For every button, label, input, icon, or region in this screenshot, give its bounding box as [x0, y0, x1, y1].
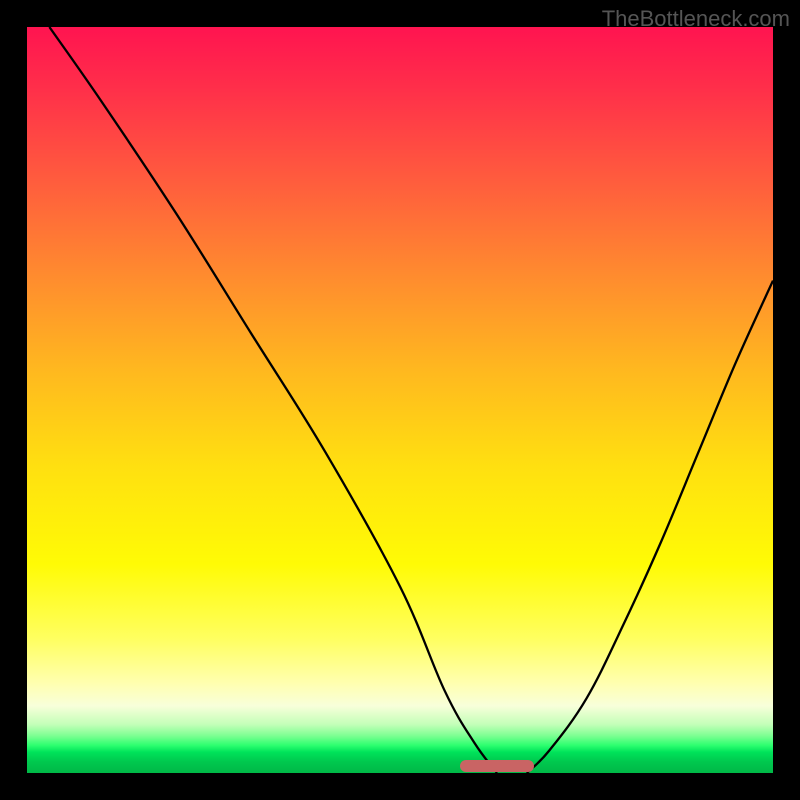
watermark-text: TheBottleneck.com — [602, 6, 790, 32]
plot-area — [27, 27, 773, 773]
optimum-marker — [460, 760, 535, 772]
curve-svg — [27, 27, 773, 773]
curve-right-branch — [527, 281, 773, 773]
curve-left-branch — [49, 27, 497, 773]
